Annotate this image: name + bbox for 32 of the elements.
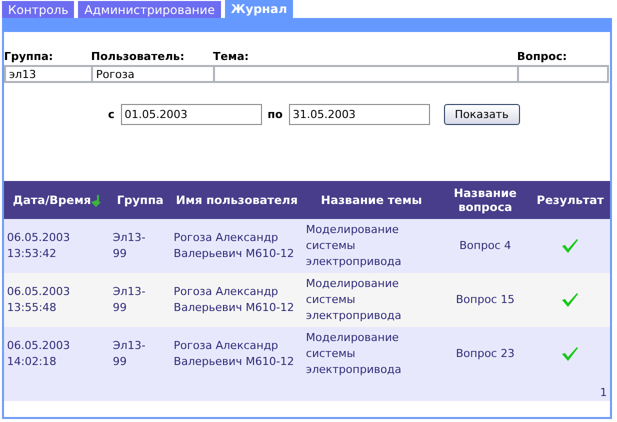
table-cell: Эл13- 99 [112,339,146,368]
field-label: Группа: [4,50,54,65]
table-cell: 06.05.2003 14:02:18 [7,339,70,368]
table-cell: Рогоза Александр Валерьевич М610-12 [174,285,294,314]
to-label: по [268,108,283,121]
filter-field[interactable] [517,65,609,83]
page-number[interactable]: 1 [600,386,607,399]
table-cell: Рогоза Александр Валерьевич М610-12 [174,339,294,368]
show-button[interactable]: Показать [444,104,520,125]
table-cell: Вопрос 4 [459,239,512,252]
table-cell: Вопрос 15 [456,293,515,306]
table-cell: Моделирование системы электропривода [306,223,402,268]
field-label: Вопрос: [517,50,568,65]
field-label: Пользователь: [91,50,186,65]
date-field[interactable]: 01.05.2003 [120,104,262,125]
from-label: с [108,108,115,121]
table-cell: Вопрос 23 [456,347,515,360]
table-cell: 06.05.2003 13:55:48 [7,285,70,314]
date-field[interactable]: 31.05.2003 [288,104,430,125]
filter-field[interactable]: Рогоза [91,65,215,83]
table-cell: Рогоза Александр Валерьевич М610-12 [174,231,294,260]
tab[interactable]: Контроль [2,1,74,18]
filter-field[interactable] [213,65,519,83]
table-cell: Моделирование системы электропривода [306,277,402,322]
table-cell: Эл13- 99 [112,285,146,314]
field-label: Тема: [213,50,250,65]
table-cell: 06.05.2003 13:53:42 [7,231,70,260]
sort-arrow-icon[interactable] [90,194,101,207]
tab[interactable]: Администрирование [78,1,221,18]
table-cell: Эл13- 99 [112,231,146,260]
table-cell: Моделирование системы электропривода [306,331,402,376]
filter-field[interactable]: эл13 [4,65,93,83]
